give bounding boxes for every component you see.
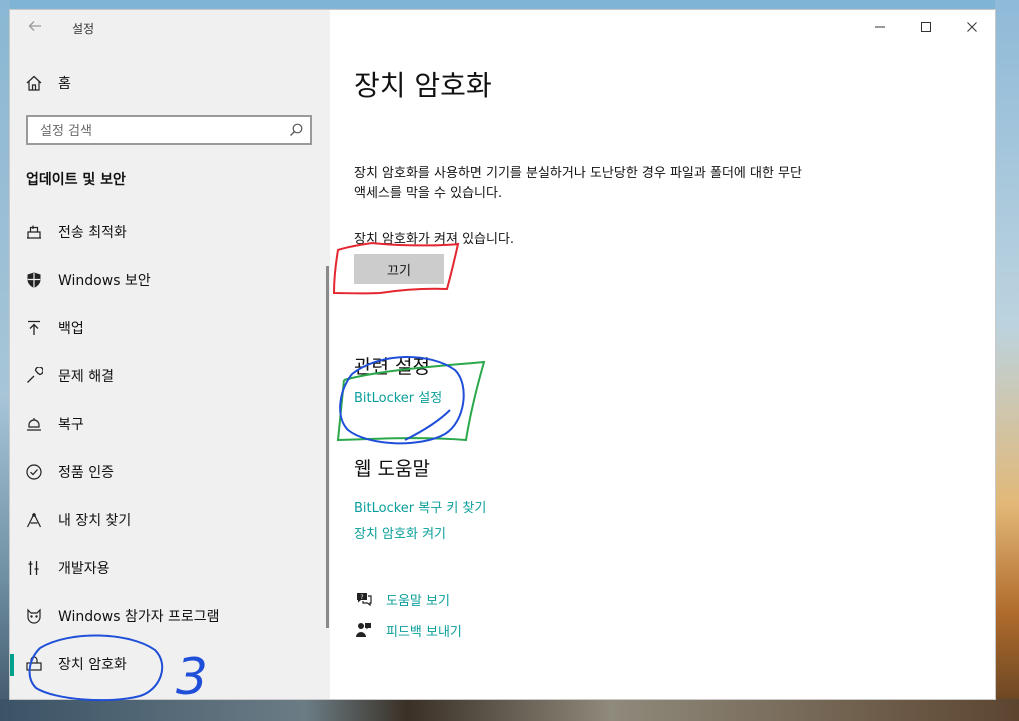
delivery-optimization-icon — [24, 222, 44, 242]
encryption-description: 장치 암호화를 사용하면 기기를 분실하거나 도난당한 경우 파일과 폴더에 대… — [354, 166, 802, 201]
desktop-background-left — [0, 0, 10, 721]
close-icon — [967, 22, 977, 32]
shield-icon — [24, 270, 44, 290]
help-chat-icon: ? — [354, 589, 374, 609]
sidebar-item-activation[interactable]: 정품 인증 — [10, 452, 330, 492]
sidebar-item-label: 전송 최적화 — [58, 225, 127, 241]
desktop-background-right — [995, 0, 1019, 721]
sidebar-item-find-my-device[interactable]: 내 장치 찾기 — [10, 500, 330, 540]
search-input[interactable] — [38, 121, 282, 141]
sidebar-item-label: 내 장치 찾기 — [58, 513, 132, 529]
maximize-icon — [921, 22, 931, 32]
get-help-link[interactable]: 도움말 보기 — [386, 590, 450, 609]
feedback-link[interactable]: 피드백 보내기 — [386, 621, 462, 640]
minimize-icon — [875, 26, 885, 28]
find-recovery-key-link[interactable]: BitLocker 복구 키 찾기 — [354, 497, 486, 516]
window-controls — [857, 10, 995, 44]
related-settings-heading: 관련 설정 — [354, 356, 430, 378]
sidebar-item-label: 백업 — [58, 321, 84, 337]
minimize-button[interactable] — [857, 10, 903, 44]
web-help-heading: 웹 도움말 — [354, 458, 430, 480]
sidebar-item-backup[interactable]: 백업 — [10, 308, 330, 348]
sidebar-item-troubleshoot[interactable]: 문제 해결 — [10, 356, 330, 396]
turn-off-button[interactable]: 끄기 — [354, 254, 444, 284]
sidebar-item-label: 홈 — [58, 76, 71, 92]
sidebar-item-insider-program[interactable]: Windows 참가자 프로그램 — [10, 596, 330, 636]
sidebar-item-windows-security[interactable]: Windows 보안 — [10, 260, 330, 300]
sidebar-item-label: 복구 — [58, 417, 84, 433]
sidebar-item-label: Windows 참가자 프로그램 — [58, 609, 220, 625]
sidebar-item-recovery[interactable]: 복구 — [10, 404, 330, 444]
find-device-icon — [24, 510, 44, 530]
sidebar-scrollbar[interactable] — [326, 266, 329, 628]
desktop-background-bottom — [0, 699, 1019, 721]
sidebar-item-label: 문제 해결 — [58, 369, 114, 385]
insider-cat-icon — [24, 606, 44, 626]
bitlocker-settings-link[interactable]: BitLocker 설정 — [354, 387, 442, 406]
svg-text:?: ? — [360, 594, 363, 601]
backup-arrow-icon — [24, 318, 44, 338]
sidebar-item-label: 개발자용 — [58, 561, 110, 577]
encryption-status: 장치 암호화가 켜져 있습니다. — [354, 232, 515, 247]
sidebar-item-label: 장치 암호화 — [58, 657, 127, 673]
sidebar-section-title: 업데이트 및 보안 — [26, 172, 126, 188]
sidebar-item-label: Windows 보안 — [58, 273, 151, 289]
sidebar-item-device-encryption[interactable]: 장치 암호화 — [10, 644, 330, 684]
wrench-icon — [24, 366, 44, 386]
feedback-person-icon — [354, 620, 374, 640]
developer-tools-icon — [24, 558, 44, 578]
title-bar: 설정 — [10, 10, 330, 46]
device-encryption-icon — [24, 654, 44, 674]
page-title: 장치 암호화 — [354, 69, 492, 102]
maximize-button[interactable] — [903, 10, 949, 44]
check-circle-icon — [24, 462, 44, 482]
settings-window: 설정 홈 업데이트 및 보안 전송 최적화 Windows 보안 — [10, 10, 995, 699]
feedback-row[interactable]: 피드백 보내기 — [354, 620, 462, 640]
sidebar-item-delivery-optimization[interactable]: 전송 최적화 — [10, 212, 330, 252]
back-arrow-icon — [28, 21, 41, 31]
active-indicator — [10, 654, 14, 676]
app-title: 설정 — [72, 22, 95, 36]
search-box — [26, 115, 312, 145]
search-icon[interactable] — [288, 122, 304, 138]
sidebar-item-home[interactable]: 홈 — [10, 63, 330, 103]
recovery-icon — [24, 414, 44, 434]
sidebar-item-for-developers[interactable]: 개발자용 — [10, 548, 330, 588]
back-button[interactable] — [22, 18, 48, 40]
sidebar-item-label: 정품 인증 — [58, 465, 114, 481]
turn-on-encryption-link[interactable]: 장치 암호화 켜기 — [354, 523, 446, 542]
get-help-row[interactable]: ? 도움말 보기 — [354, 589, 450, 609]
close-button[interactable] — [949, 10, 995, 44]
sidebar: 설정 홈 업데이트 및 보안 전송 최적화 Windows 보안 — [10, 10, 330, 699]
main-content: 장치 암호화 장치 암호화를 사용하면 기기를 분실하거나 도난당한 경우 파일… — [330, 10, 995, 699]
home-icon — [24, 73, 44, 93]
